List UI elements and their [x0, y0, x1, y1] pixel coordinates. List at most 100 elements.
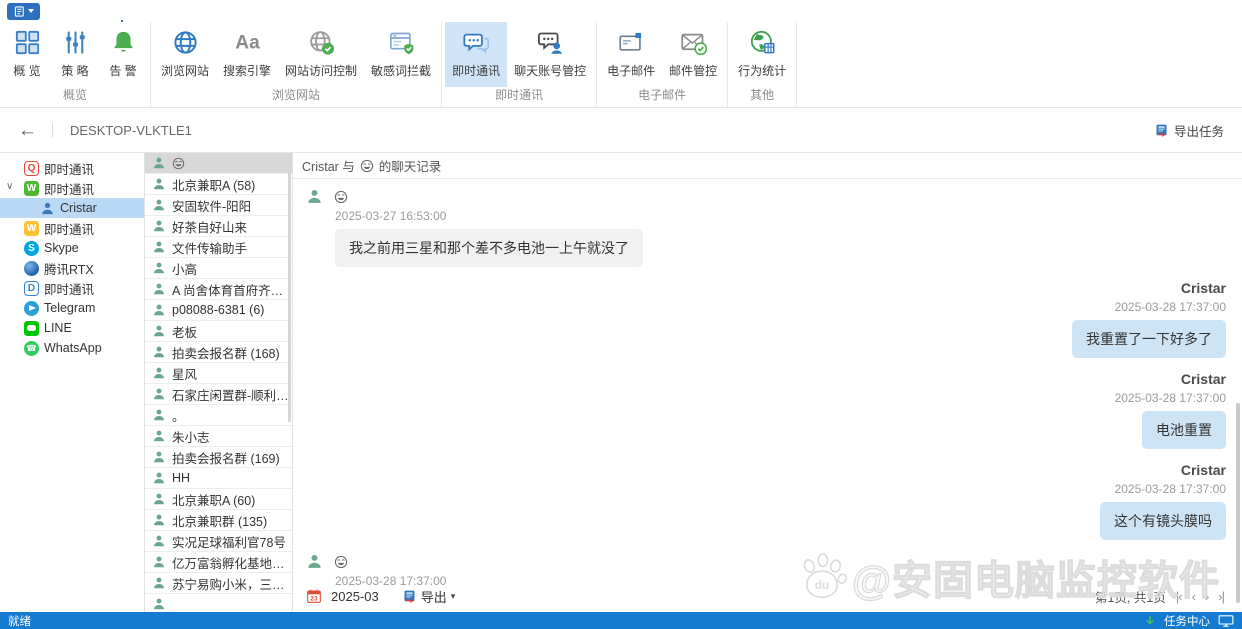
- emoji-face-icon: [360, 159, 374, 173]
- contact-row[interactable]: 朱小志: [145, 426, 292, 447]
- contact-row[interactable]: HH: [145, 468, 292, 489]
- menu-item[interactable]: [136, 0, 164, 22]
- contact-row[interactable]: 实况足球福利官78号: [145, 531, 292, 552]
- menu-item[interactable]: [108, 0, 136, 22]
- ribbon-button-icon: [172, 29, 199, 56]
- tree-item[interactable]: 腾讯RTX: [0, 258, 144, 278]
- ribbon-button-icon: [537, 29, 564, 56]
- back-button[interactable]: ←: [18, 121, 37, 140]
- tree-item[interactable]: WhatsApp: [0, 338, 144, 358]
- ribbon-button-icon: [749, 29, 776, 56]
- contact-row[interactable]: 石家庄闲置群-顺利出闲置 (...: [145, 384, 292, 405]
- contact-row[interactable]: 老板: [145, 321, 292, 342]
- person-icon: [152, 513, 166, 527]
- ribbon-button[interactable]: 行为统计: [731, 22, 793, 87]
- tree-item[interactable]: ∨ W 即时通讯: [0, 178, 144, 198]
- avatar: [306, 188, 323, 205]
- contact-row[interactable]: 北京兼职A (58): [145, 174, 292, 195]
- person-icon: [152, 240, 166, 254]
- contact-row[interactable]: 文件传输助手: [145, 237, 292, 258]
- ribbon-button[interactable]: 敏感词拦截: [364, 22, 438, 87]
- chat-footer: 23 2025-03 导出 ▾ 第1页, 共1页 |‹ ‹ › ›|: [293, 585, 1242, 612]
- ribbon-group-email: 电子邮件邮件管控 电子邮件: [597, 22, 728, 107]
- ribbon-button[interactable]: 告 警: [99, 22, 147, 87]
- tree-item[interactable]: D 即时通讯: [0, 278, 144, 298]
- chat-scrollbar[interactable]: [1236, 403, 1240, 603]
- ribbon-group-label: 概览: [3, 87, 147, 107]
- contact-row[interactable]: 。: [145, 405, 292, 426]
- task-center-button[interactable]: 任务中心: [1164, 613, 1210, 629]
- contacts-scrollbar[interactable]: [288, 157, 291, 422]
- export-button[interactable]: 导出 ▾: [402, 587, 456, 606]
- contact-row[interactable]: 苏宁易购小米，三星荟聚购...: [145, 573, 292, 594]
- menu-item[interactable]: [276, 0, 304, 22]
- contact-row[interactable]: A 尚舍体育首府齐智超: [145, 279, 292, 300]
- emoji-sender-icon: [334, 190, 348, 204]
- contact-name: 实况足球福利官78号: [172, 532, 286, 551]
- ribbon-button[interactable]: 邮件管控: [662, 22, 724, 87]
- calendar-icon[interactable]: 23: [306, 588, 322, 604]
- contact-row[interactable]: 星风: [145, 363, 292, 384]
- ribbon-button-icon: [234, 29, 261, 56]
- tree-item[interactable]: LINE: [0, 318, 144, 338]
- last-page-button[interactable]: ›|: [1218, 589, 1224, 604]
- tree-item[interactable]: Q 即时通讯: [0, 158, 144, 178]
- tree-item-label: Cristar: [60, 201, 97, 215]
- chat-title-suffix: 的聊天记录: [379, 156, 442, 175]
- ribbon-button[interactable]: 概 览: [3, 22, 51, 87]
- tree-item-label: Skype: [44, 241, 79, 255]
- ribbon-button[interactable]: 浏览网站: [154, 22, 216, 87]
- contact-name: 亿万富翁孵化基地㊗广 (3...: [172, 553, 292, 572]
- contact-row[interactable]: 好茶自好山来: [145, 216, 292, 237]
- next-page-button[interactable]: ›: [1205, 589, 1208, 604]
- first-page-button[interactable]: |‹: [1176, 589, 1182, 604]
- menu-item[interactable]: [248, 0, 276, 22]
- tree-item[interactable]: W 即时通讯: [0, 218, 144, 238]
- chevron-down-icon[interactable]: ∨: [6, 181, 13, 192]
- contact-row[interactable]: 安固软件-阳阳: [145, 195, 292, 216]
- person-icon: [152, 387, 166, 401]
- ribbon-button[interactable]: 电子邮件: [600, 22, 662, 87]
- tree-item[interactable]: Cristar: [0, 198, 144, 218]
- contact-name: A 尚舍体育首府齐智超: [172, 280, 292, 299]
- ribbon-button[interactable]: 聊天账号管控: [507, 22, 593, 87]
- ribbon-button-label: 搜索引擎: [223, 62, 271, 79]
- contact-row[interactable]: p08088-6381 (6): [145, 300, 292, 321]
- tree-item[interactable]: S Skype: [0, 238, 144, 258]
- ribbon-button-icon: [463, 29, 490, 56]
- export-task-button[interactable]: 导出任务: [1154, 121, 1224, 140]
- menu-item[interactable]: [220, 0, 248, 22]
- ribbon-button[interactable]: 搜索引擎: [216, 22, 278, 87]
- menu-item[interactable]: [52, 0, 80, 22]
- contact-row[interactable]: 拍卖会报名群 (169): [145, 447, 292, 468]
- contact-row[interactable]: [145, 153, 292, 174]
- ribbon-button[interactable]: 即时通讯: [445, 22, 507, 87]
- month-picker[interactable]: 2025-03: [331, 589, 379, 604]
- person-icon: [152, 303, 166, 317]
- app-menu-button[interactable]: [7, 3, 40, 20]
- contact-row[interactable]: 北京兼职群 (135): [145, 510, 292, 531]
- person-icon: [152, 597, 166, 611]
- menu-item[interactable]: [164, 0, 192, 22]
- contact-row[interactable]: 小高: [145, 258, 292, 279]
- im-app-badge-icon: [24, 321, 39, 336]
- ribbon-button[interactable]: 策 略: [51, 22, 99, 87]
- contact-row[interactable]: 亿万富翁孵化基地㊗广 (3...: [145, 552, 292, 573]
- app-logo-icon: [14, 6, 26, 17]
- monitor-icon[interactable]: [1218, 615, 1234, 627]
- chat-title-prefix: Cristar 与: [302, 156, 355, 175]
- download-arrow-icon: [1144, 615, 1156, 627]
- tree-item[interactable]: Telegram: [0, 298, 144, 318]
- person-icon: [152, 177, 166, 191]
- contact-name: 好茶自好山来: [172, 217, 247, 236]
- contact-row[interactable]: 拍卖会报名群 (168): [145, 342, 292, 363]
- person-icon: [152, 261, 166, 275]
- menu-item[interactable]: [80, 0, 108, 22]
- menu-item[interactable]: [192, 0, 220, 22]
- ribbon-button[interactable]: 网站访问控制: [278, 22, 364, 87]
- contact-row[interactable]: [145, 594, 292, 612]
- contact-row[interactable]: 北京兼职A (60): [145, 489, 292, 510]
- im-app-badge-icon: [24, 261, 39, 276]
- prev-page-button[interactable]: ‹: [1192, 589, 1195, 604]
- pagination: 第1页, 共1页 |‹ ‹ › ›|: [1095, 587, 1224, 606]
